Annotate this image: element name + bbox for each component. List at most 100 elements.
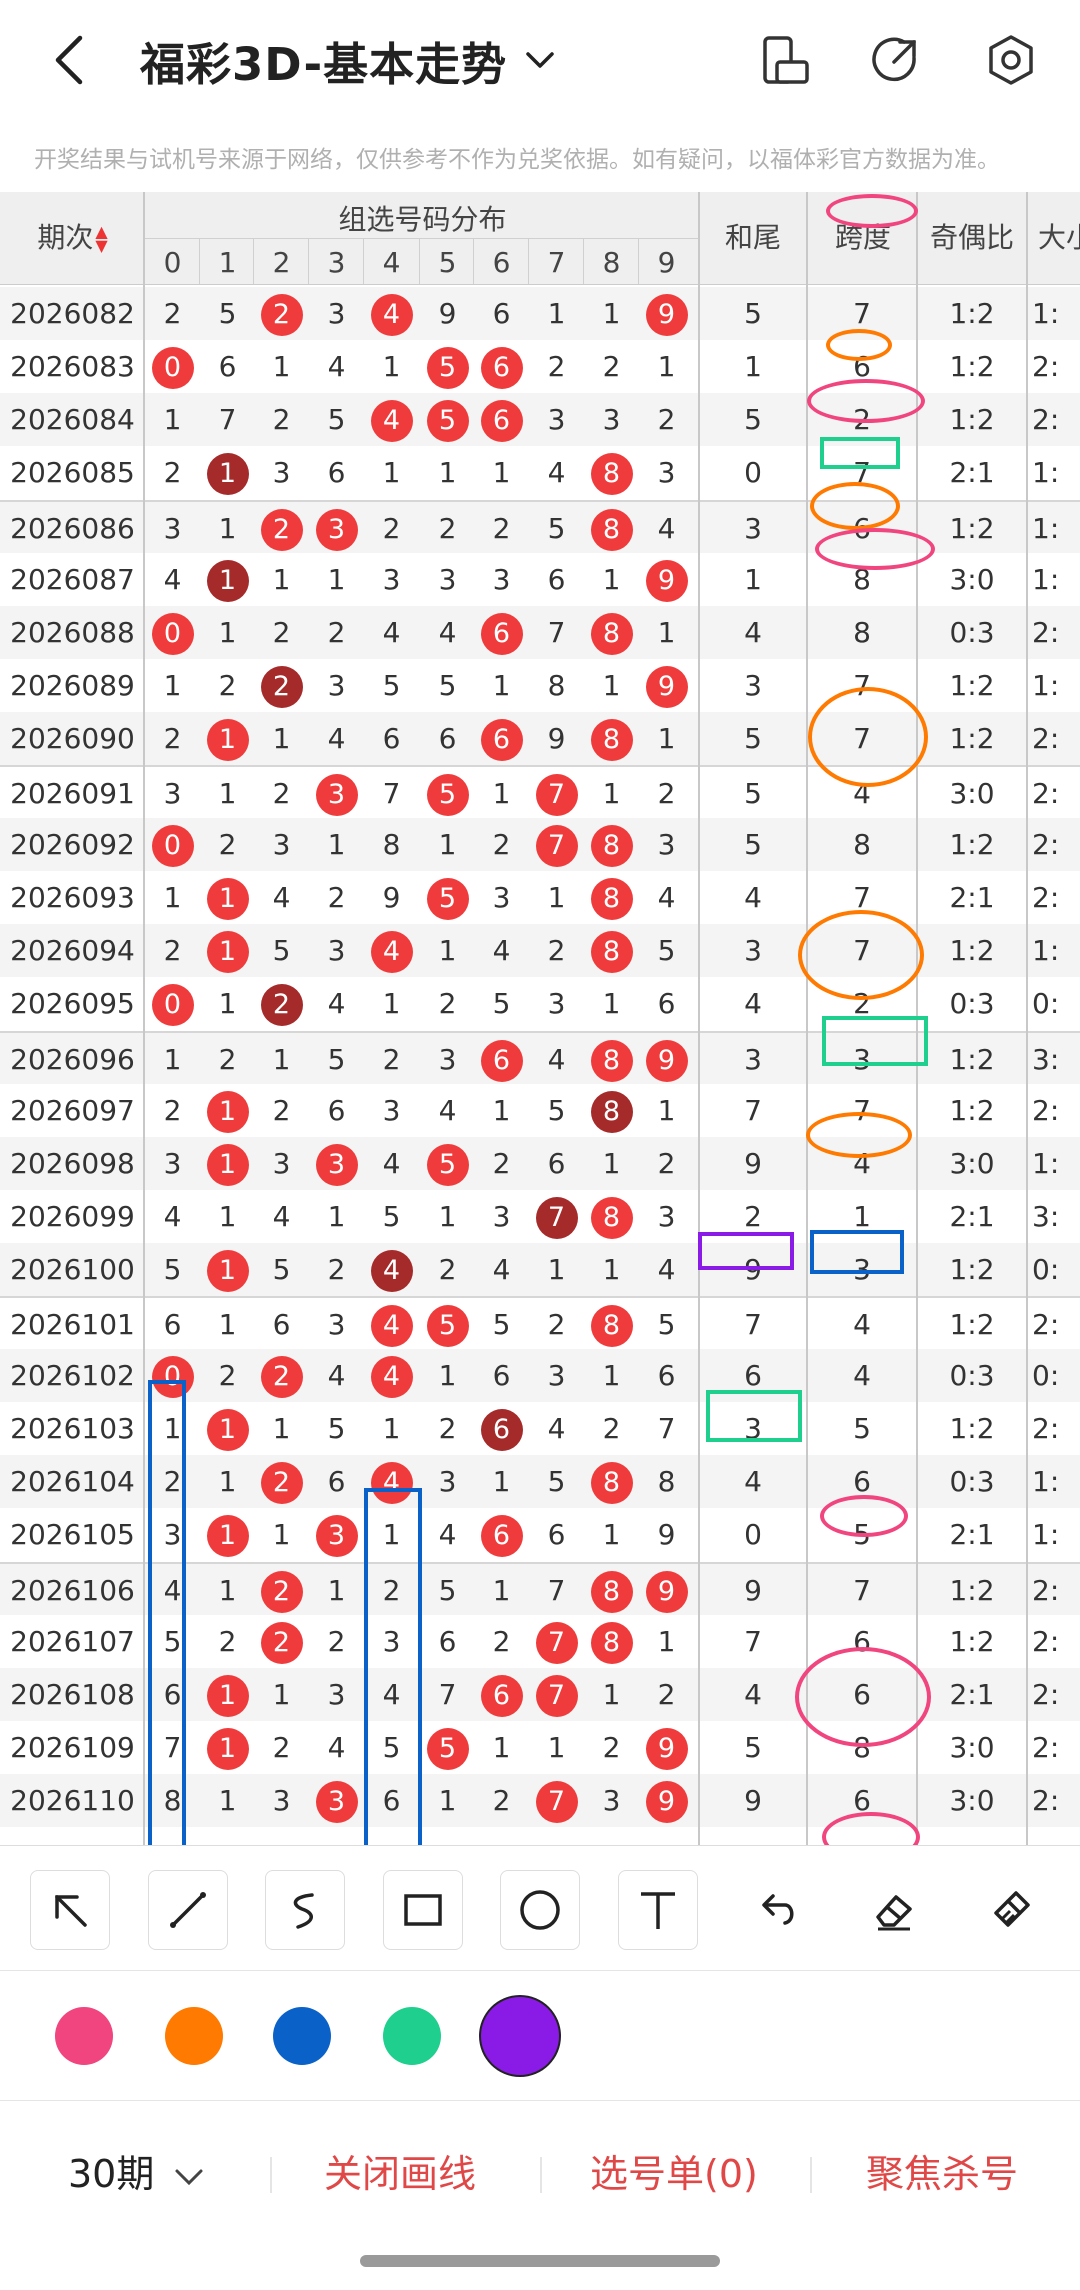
drawn-number-ball: 1: [200, 1402, 255, 1455]
color-swatch[interactable]: [165, 2007, 223, 2065]
annotation-ellipse-orange[interactable]: [808, 687, 928, 787]
chevron-down-icon[interactable]: [520, 40, 560, 80]
omission-count-cell: 4: [163, 1199, 182, 1233]
number-ball: 8: [590, 1570, 633, 1613]
omission-count-cell: 6: [657, 987, 676, 1021]
number-ball: 2: [260, 1462, 303, 1505]
drawn-number-ball: 7: [529, 818, 584, 871]
omission-count-cell: 5: [382, 668, 401, 702]
period-selector[interactable]: 30期: [68, 2143, 206, 2198]
sort-arrows-icon[interactable]: ▲ ▼: [95, 224, 107, 254]
table-row[interactable]: 2026092 0 2 3 1 8 1 2 7 8 3 5 8 1:2 2:: [0, 818, 1080, 872]
clear-all-icon[interactable]: [971, 1870, 1051, 1950]
home-indicator[interactable]: [360, 2255, 720, 2267]
table-row[interactable]: 2026085 2 1 3 6 1 1 1 4 8 3 0 7 2:1 1:: [0, 446, 1080, 500]
table-row[interactable]: 2026082 2 5 2 3 4 9 6 1 1 9 5 7 1:2 1:: [0, 287, 1080, 341]
annotation-ellipse-pink[interactable]: [826, 194, 918, 228]
annotation-ellipse-pink[interactable]: [795, 1647, 931, 1747]
period-header[interactable]: 期次 ▲ ▼: [0, 216, 145, 256]
color-swatch[interactable]: [383, 2007, 441, 2065]
circle-tool-icon[interactable]: [500, 1870, 580, 1950]
table-row[interactable]: 2026091 3 1 2 3 7 5 1 7 1 2 5 4 3:0 2:: [0, 765, 1080, 820]
omission-count-cell: 3: [492, 562, 511, 596]
omission-count-cell: 1: [218, 1465, 237, 1499]
omission-count-cell: 3: [327, 1308, 346, 1341]
number-ball: 2: [260, 294, 303, 337]
annotation-rect-blue[interactable]: [364, 1488, 422, 1845]
odd-even-cell: 2:1: [949, 881, 995, 915]
omission-count-cell: 1: [272, 721, 291, 755]
odd-even-cell: 2:1: [949, 456, 995, 490]
annotation-rect-blue[interactable]: [148, 1380, 186, 1845]
close-drawing-button[interactable]: 关闭画线: [324, 2143, 476, 2198]
color-swatch[interactable]: [55, 2007, 113, 2065]
annotation-ellipse-orange[interactable]: [798, 910, 924, 1000]
omission-count-cell: 1: [438, 456, 457, 490]
color-swatch[interactable]: [273, 2007, 331, 2065]
trend-table[interactable]: 期次▲▼ 组选号码分布 0123456789 和尾 跨度 奇偶比 大小 2026…: [0, 192, 1080, 1845]
drawn-number-ball: 5: [420, 1721, 475, 1774]
table-row[interactable]: 2026100 5 1 5 2 4 2 4 1 1 4 9 3 1:2 0:: [0, 1242, 1080, 1296]
column-divider: [698, 192, 700, 1845]
omission-count-cell: 1: [602, 297, 621, 331]
annotation-ellipse-orange[interactable]: [826, 329, 892, 361]
annotation-ellipse-pink[interactable]: [820, 1495, 908, 1537]
line-tool-icon[interactable]: [148, 1870, 228, 1950]
disclaimer-text: 开奖结果与试机号来源于网络，仅供参考不作为兑奖依据。如有疑问，以福体彩官方数据为…: [34, 147, 1000, 173]
color-swatch[interactable]: [481, 1997, 559, 2075]
period-cell: 2026096: [10, 1042, 135, 1076]
annotation-rect-green[interactable]: [820, 437, 900, 469]
drawn-number-ball: 2: [254, 1455, 309, 1508]
landscape-rotate-icon[interactable]: [757, 32, 813, 88]
annotation-rect-blue[interactable]: [810, 1230, 904, 1274]
omission-count-cell: 8: [657, 1465, 676, 1499]
freehand-tool-icon[interactable]: [265, 1870, 345, 1950]
drawn-number-ball: 1: [200, 1508, 255, 1561]
table-row[interactable]: 2026083 0 6 1 4 1 5 6 2 2 1 1 6 1:2 2:: [0, 340, 1080, 394]
digit-header-divider: [528, 238, 529, 284]
drawn-number-ball: 1: [200, 553, 255, 606]
number-ball: 5: [426, 400, 469, 443]
omission-count-cell: 6: [657, 1359, 676, 1393]
omission-count-cell: 2: [657, 1146, 676, 1180]
footer-divider: [270, 2157, 272, 2193]
rectangle-tool-icon[interactable]: [383, 1870, 463, 1950]
drawn-number-ball: 2: [254, 1349, 309, 1402]
undo-icon[interactable]: [736, 1870, 816, 1950]
annotation-rect-green[interactable]: [706, 1390, 802, 1442]
number-ball: 5: [426, 1305, 469, 1347]
annotation-rect-purple[interactable]: [698, 1232, 794, 1270]
focus-kill-button[interactable]: 聚焦杀号: [866, 2143, 1018, 2198]
omission-count-cell: 1: [272, 1518, 291, 1552]
digit-header-divider: [308, 238, 309, 284]
table-row[interactable]: 2026101 6 1 6 3 4 5 5 2 8 5 7 4 1:2 2:: [0, 1296, 1080, 1351]
number-ball: 8: [590, 878, 633, 921]
annotation-ellipse-orange[interactable]: [806, 1112, 912, 1158]
settings-hexagon-icon[interactable]: [983, 32, 1039, 88]
period-cell: 2026091: [10, 777, 135, 810]
omission-count-cell: 4: [382, 615, 401, 649]
table-row[interactable]: 2026098 3 1 3 3 4 5 2 6 1 2 9 4 3:0 1:: [0, 1136, 1080, 1190]
annotation-rect-green[interactable]: [822, 1016, 928, 1066]
table-row[interactable]: 2026093 1 1 4 2 9 5 3 1 8 4 4 7 2:1 2:: [0, 871, 1080, 925]
share-icon[interactable]: [866, 32, 922, 88]
annotation-ellipse-pink[interactable]: [815, 528, 935, 570]
annotation-ellipse-pink[interactable]: [807, 379, 925, 423]
text-tool-icon[interactable]: [618, 1870, 698, 1950]
big-small-cell: 2:: [1032, 1624, 1060, 1658]
omission-count-cell: 1: [657, 615, 676, 649]
tail-cell: 4: [744, 1677, 762, 1711]
back-arrow-icon[interactable]: [48, 30, 92, 90]
annotation-ellipse-orange[interactable]: [810, 482, 900, 530]
table-row[interactable]: 2026097 2 1 2 6 3 4 1 5 8 1 7 7 1:2 2:: [0, 1083, 1080, 1137]
omission-count-cell: 5: [657, 934, 676, 968]
table-row[interactable]: 2026089 1 2 2 3 5 5 1 8 1 9 3 7 1:2 1:: [0, 658, 1080, 712]
arrow-tool-icon[interactable]: [30, 1870, 110, 1950]
eraser-icon[interactable]: [853, 1870, 933, 1950]
omission-count-cell: 3: [438, 1042, 457, 1076]
pick-list-button[interactable]: 选号单(0): [590, 2143, 758, 2198]
omission-count-cell: 2: [492, 1146, 511, 1180]
table-row[interactable]: 2026099 4 1 4 1 5 1 3 7 8 3 2 1 2:1 3:: [0, 1189, 1080, 1243]
table-row[interactable]: 2026088 0 1 2 2 4 4 6 7 8 1 4 8 0:3 2:: [0, 605, 1080, 659]
page-title[interactable]: 福彩3D-基本走势: [140, 28, 507, 93]
